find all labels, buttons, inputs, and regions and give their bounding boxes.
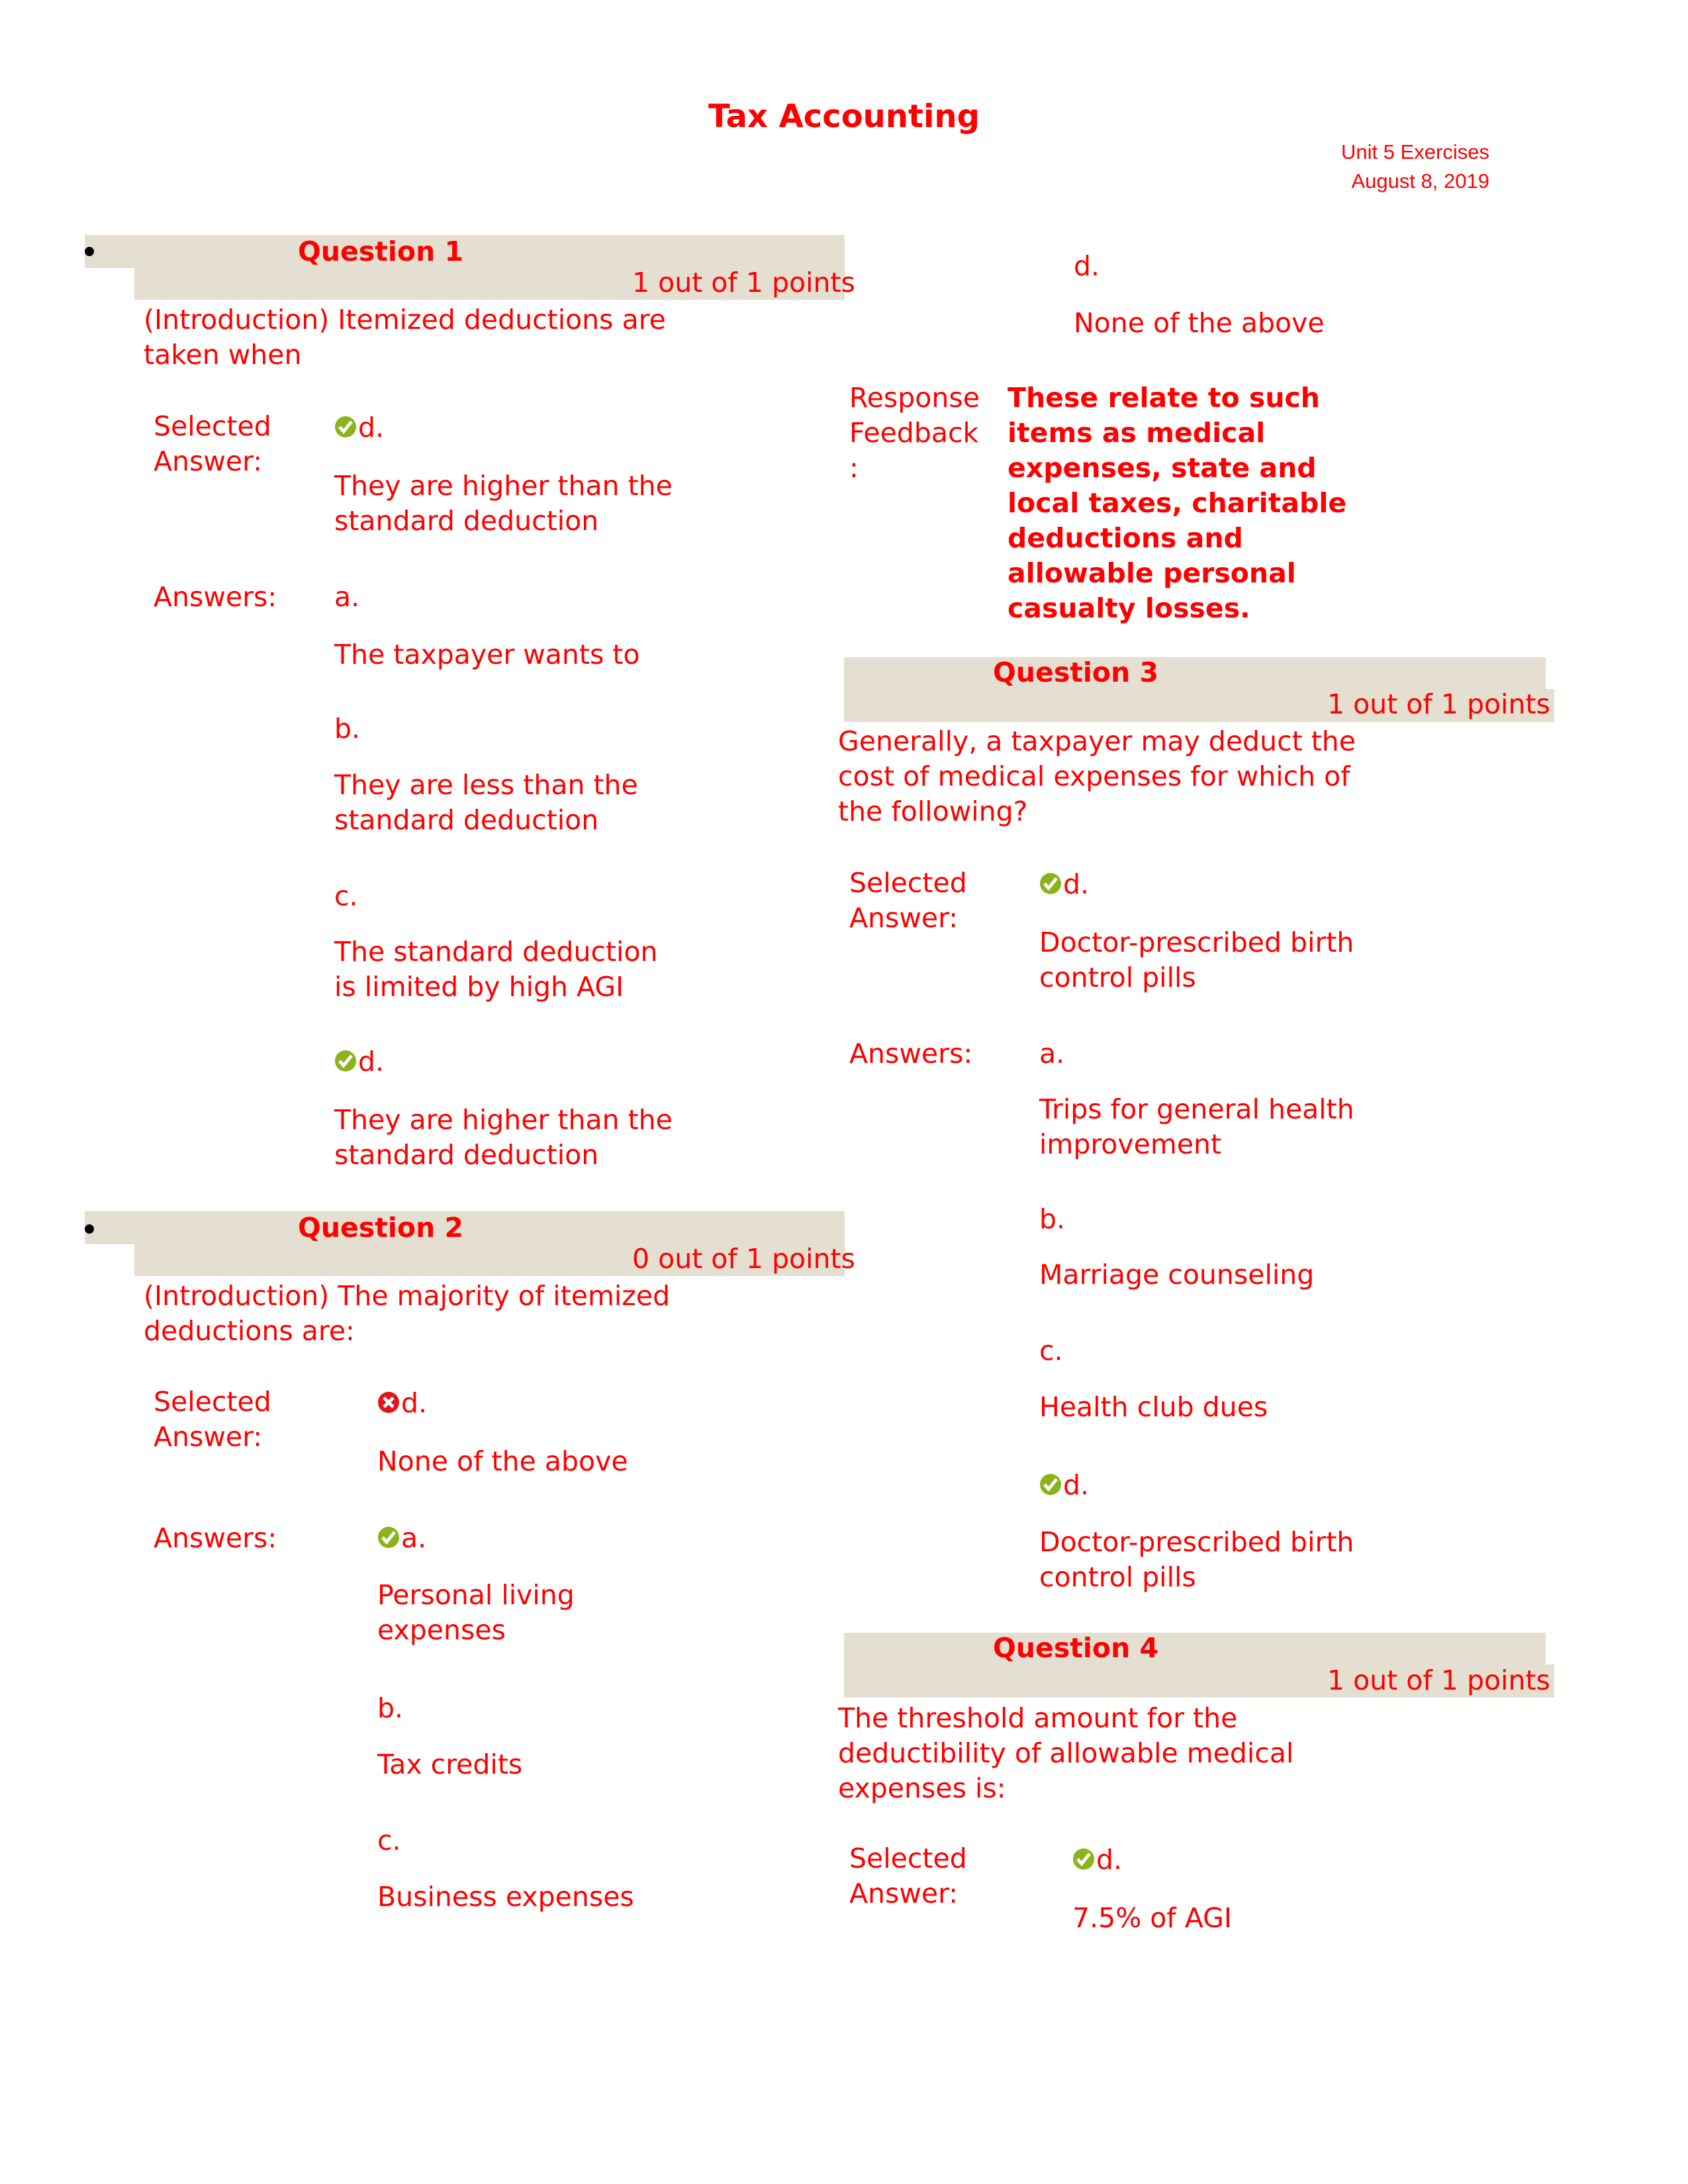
selected-answer-text: They are higher than the standard deduct…: [334, 470, 673, 537]
selected-answer-label: Selected Answer:: [154, 410, 271, 477]
check-icon: [1072, 1848, 1095, 1870]
selected-answer-label: Selected Answer:: [849, 867, 967, 934]
answer-option-text: They are higher than the standard deduct…: [334, 1104, 673, 1171]
answer-option-letter: a.: [377, 1521, 426, 1556]
document-subtitle: Unit 5 Exercises: [1341, 140, 1489, 163]
answer-option-letter: d.: [1039, 1468, 1089, 1503]
answer-option-text: Personal living expenses: [377, 1579, 575, 1646]
selected-answer-label: Selected Answer:: [849, 1843, 967, 1909]
answer-option-text: Tax credits: [377, 1749, 523, 1780]
answer-option-text: Business expenses: [377, 1881, 634, 1913]
answer-option-text: Health club dues: [1039, 1391, 1268, 1423]
check-icon: [334, 1050, 357, 1072]
answer-option-text: Doctor-prescribed birth control pills: [1039, 1526, 1354, 1593]
check-icon: [377, 1526, 400, 1549]
question-prompt: (Introduction) Itemized deductions are t…: [144, 304, 666, 371]
selected-answer-text: Doctor-prescribed birth control pills: [1039, 927, 1354, 993]
check-icon: [1039, 1473, 1062, 1496]
question-title: Question 1: [298, 236, 464, 267]
question-title: Question 2: [298, 1212, 464, 1244]
selected-answer-letter: d.: [1072, 1843, 1122, 1878]
question-points: 1 out of 1 points: [1327, 688, 1550, 720]
bullet-icon: [85, 247, 94, 256]
answer-option-text: None of the above: [1074, 307, 1325, 339]
answer-option-letter: c.: [377, 1825, 401, 1856]
question-header-band: [844, 657, 1546, 690]
answer-option-letter: a.: [334, 581, 360, 613]
check-icon: [334, 416, 357, 438]
question-title: Question 3: [993, 657, 1159, 688]
document-title: Tax Accounting: [708, 98, 980, 135]
answer-option-letter: d.: [1074, 250, 1100, 282]
question-header-band: [844, 1633, 1546, 1666]
answers-label: Answers:: [849, 1038, 973, 1069]
question-prompt: Generally, a taxpayer may deduct the cos…: [838, 725, 1356, 827]
answers-label: Answers:: [154, 1522, 277, 1554]
selected-answer-text: None of the above: [377, 1445, 628, 1477]
answer-option-letter: b.: [1039, 1203, 1066, 1235]
question-points: 1 out of 1 points: [1327, 1664, 1550, 1696]
x-icon: [377, 1391, 400, 1414]
answer-option-letter: c.: [334, 880, 358, 912]
answer-option-text: The standard deduction is limited by hig…: [334, 936, 658, 1003]
selected-answer-text: 7.5% of AGI: [1072, 1902, 1232, 1934]
selected-answer-letter: d.: [377, 1386, 427, 1421]
question-points: 0 out of 1 points: [632, 1243, 855, 1275]
selected-answer-label: Selected Answer:: [154, 1386, 271, 1453]
question-prompt: The threshold amount for the deductibili…: [838, 1702, 1294, 1804]
bullet-icon: [85, 1224, 94, 1234]
check-icon: [1039, 872, 1062, 895]
response-feedback-text: These relate to such items as medical ex…: [1008, 382, 1347, 624]
answer-option-letter: b.: [334, 713, 361, 745]
question-prompt: (Introduction) The majority of itemized …: [144, 1280, 671, 1347]
answer-option-letter: d.: [334, 1044, 384, 1079]
answer-option-text: The taxpayer wants to: [334, 639, 640, 670]
answer-option-letter: b.: [377, 1692, 404, 1724]
answer-option-text: Trips for general health improvement: [1039, 1093, 1354, 1160]
selected-answer-letter: d.: [334, 410, 384, 445]
document-date: August 8, 2019: [1351, 169, 1489, 193]
answer-option-text: They are less than the standard deductio…: [334, 769, 638, 836]
question-header-band: [85, 1211, 845, 1244]
response-feedback-label: Response Feedback :: [849, 382, 980, 484]
question-title: Question 4: [993, 1632, 1159, 1664]
question-header-band: [85, 235, 845, 268]
answer-option-letter: a.: [1039, 1038, 1065, 1069]
answer-option-letter: c.: [1039, 1335, 1063, 1367]
question-points: 1 out of 1 points: [632, 267, 855, 298]
selected-answer-letter: d.: [1039, 867, 1089, 902]
answer-option-text: Marriage counseling: [1039, 1259, 1315, 1291]
answers-label: Answers:: [154, 581, 277, 613]
